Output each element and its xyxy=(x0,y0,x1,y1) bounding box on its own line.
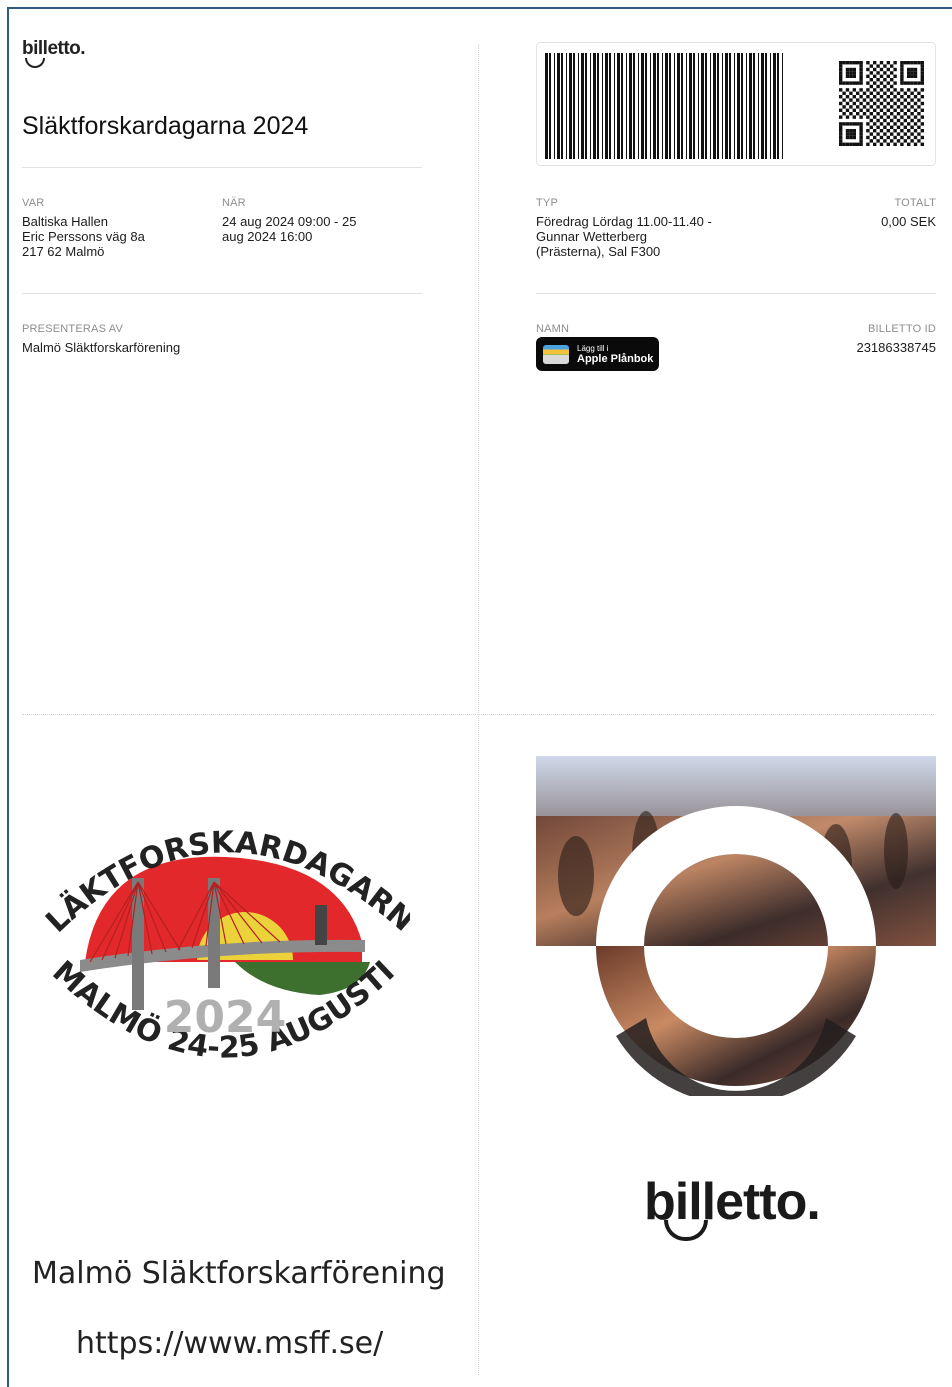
divider xyxy=(536,293,936,294)
divider xyxy=(22,167,422,168)
barcode-and-qr xyxy=(545,53,924,159)
when-label: NÄR xyxy=(222,197,246,209)
qr-code xyxy=(839,61,924,146)
ticket-type-line-1: Föredrag Lördag 11.00-11.40 - xyxy=(536,214,712,229)
total-value: 0,00 SEK xyxy=(881,214,936,229)
venue-street: Eric Perssons väg 8a xyxy=(22,229,145,244)
billetto-logo-large: billetto. xyxy=(644,1172,821,1241)
ticket-id-value: 23186338745 xyxy=(856,340,936,355)
venue-address: Baltiska Hallen Eric Perssons väg 8a 217… xyxy=(22,214,145,259)
emblem-year: 2024 xyxy=(164,992,286,1043)
venue-name: Baltiska Hallen xyxy=(22,214,108,229)
organizer-name: Malmö Släktforskarförening xyxy=(32,1256,446,1291)
add-to-apple-wallet-button[interactable]: Lägg till i Apple Plånbok xyxy=(536,337,659,371)
event-datetime: 24 aug 2024 09:00 - 25 aug 2024 16:00 xyxy=(222,214,356,244)
name-label: NAMN xyxy=(536,323,570,335)
type-label: TYP xyxy=(536,197,558,209)
slaktforskardagarna-emblem: SLÄKTFORSKARDAGARNA MALMÖ 24-25 AUGUSTI … xyxy=(40,810,410,1066)
barcode xyxy=(545,53,783,159)
concert-promo-image xyxy=(536,756,936,1096)
event-title: Släktforskardagarna 2024 xyxy=(22,112,309,140)
ticket-id-label: BILLETTO ID xyxy=(867,323,936,335)
datetime-line-1: 24 aug 2024 09:00 - 25 xyxy=(222,214,357,229)
ticket-type-line-2: Gunnar Wetterberg xyxy=(536,229,648,244)
ticket-type-line-3: (Prästerna), Sal F300 xyxy=(536,244,661,259)
billetto-logo: billetto. xyxy=(22,38,86,68)
ticket-codes-box xyxy=(536,42,936,166)
divider xyxy=(22,293,422,294)
venue-city: 217 62 Malmö xyxy=(22,244,105,259)
organizer-url[interactable]: https://www.msff.se/ xyxy=(76,1326,383,1361)
presenter-value: Malmö Släktforskarförening xyxy=(22,340,181,355)
where-label: VAR xyxy=(22,197,45,209)
fold-line-horizontal xyxy=(22,714,934,715)
total-label: TOTALT xyxy=(894,197,936,209)
wallet-icon xyxy=(543,344,569,364)
datetime-line-2: aug 2024 16:00 xyxy=(222,229,313,244)
presenter-label: PRESENTERAS AV xyxy=(22,323,124,335)
ticket-type: Föredrag Lördag 11.00-11.40 - Gunnar Wet… xyxy=(536,214,712,259)
emblem-tower xyxy=(315,905,327,945)
wallet-button-text: Apple Plånbok xyxy=(577,353,654,365)
fold-line-vertical xyxy=(478,45,479,1375)
